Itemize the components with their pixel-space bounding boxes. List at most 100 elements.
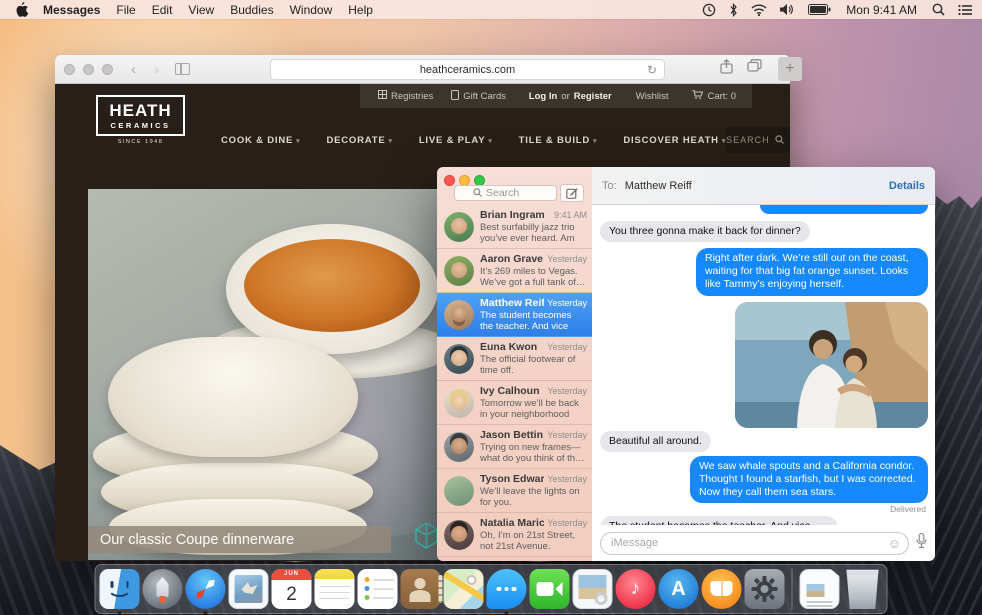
running-indicator	[118, 611, 122, 615]
message-input-field[interactable]: ☺	[600, 532, 909, 555]
nav-decorate[interactable]: DECORATE▾	[326, 135, 392, 146]
conversation-row[interactable]: Euna KwonYesterday The official footwear…	[437, 337, 592, 381]
dock-calendar[interactable]: JUN2	[272, 569, 312, 609]
conversation-row[interactable]: Ivy CalhounYesterday Tomorrow we’ll be b…	[437, 381, 592, 425]
gift-cards-link[interactable]: Gift Cards	[451, 90, 506, 103]
time-machine-icon[interactable]	[702, 3, 716, 17]
chat-scroll-area[interactable]: You three gonna make it back for dinner?…	[592, 205, 935, 525]
search-input[interactable]	[486, 187, 538, 199]
dock-messages[interactable]	[487, 569, 527, 609]
conversation-search-field[interactable]	[454, 185, 557, 201]
message-input-bar: ☺	[592, 525, 935, 561]
dock-photos[interactable]	[573, 569, 613, 609]
dock-trash[interactable]	[843, 569, 883, 609]
registries-icon	[378, 90, 387, 102]
menu-window[interactable]: Window	[290, 3, 333, 17]
log-in-link[interactable]: Log In	[529, 91, 558, 102]
reload-icon[interactable]: ↻	[647, 63, 657, 77]
cube-icon[interactable]	[415, 522, 438, 554]
safari-zoom-button[interactable]	[102, 64, 113, 75]
dock-finder[interactable]	[100, 569, 140, 609]
sidebar-button[interactable]	[175, 63, 190, 75]
dock-itunes[interactable]: ♪	[616, 569, 656, 609]
dock-launchpad[interactable]	[143, 569, 183, 609]
cart-link[interactable]: Cart: 0	[692, 90, 736, 102]
wifi-icon[interactable]	[751, 4, 767, 16]
chat-pane: To: Matthew Reiff Details You three gonn…	[592, 167, 935, 561]
compose-button[interactable]	[560, 184, 584, 202]
tab-overview-icon[interactable]	[747, 59, 762, 79]
hero-caption: Our classic Coupe dinnerware	[88, 526, 391, 553]
dock-document[interactable]	[800, 569, 840, 609]
safari-close-button[interactable]	[64, 64, 75, 75]
dock-ibooks[interactable]	[702, 569, 742, 609]
avatar	[444, 432, 474, 462]
conversation-row[interactable]: Aaron Grave…Yesterday It’s 269 miles to …	[437, 249, 592, 293]
or-text: or	[561, 91, 569, 102]
menu-clock[interactable]: Mon 9:41 AM	[846, 3, 917, 17]
bluetooth-icon[interactable]	[729, 3, 738, 17]
share-icon[interactable]	[720, 59, 733, 79]
conversation-row-selected[interactable]: Matthew ReiffYesterday The student becom…	[437, 293, 592, 337]
search-icon	[775, 135, 784, 146]
cart-icon	[692, 90, 703, 102]
nav-live-and-play[interactable]: LIVE & PLAY▾	[419, 135, 493, 146]
address-bar[interactable]: heathceramics.com ↻	[270, 59, 665, 80]
wishlist-link[interactable]: Wishlist	[636, 91, 669, 102]
menu-help[interactable]: Help	[348, 3, 373, 17]
menu-app-name[interactable]: Messages	[43, 3, 100, 17]
delivered-status: Delivered	[600, 504, 926, 514]
messages-close-button[interactable]	[444, 175, 455, 186]
menu-buddies[interactable]: Buddies	[230, 3, 273, 17]
message-input[interactable]	[611, 537, 841, 549]
site-search-box[interactable]: SEARCH	[726, 127, 790, 153]
dock-reminders[interactable]	[358, 569, 398, 609]
spotlight-icon[interactable]	[932, 3, 945, 16]
received-bubble: You three gonna make it back for dinner?	[600, 221, 810, 242]
notification-center-icon[interactable]	[958, 4, 972, 16]
heath-logo[interactable]: HEATH CERAMICS SINCE 1948	[96, 95, 185, 145]
conversation-row[interactable]: Brian Ingram9:41 AM Best surfabilly jazz…	[437, 205, 592, 249]
safari-toolbar: ‹ › heathceramics.com ↻ +	[55, 55, 790, 84]
dock-safari[interactable]	[186, 569, 226, 609]
register-link[interactable]: Register	[574, 91, 612, 102]
registries-link[interactable]: Registries	[378, 90, 433, 102]
address-url: heathceramics.com	[420, 64, 515, 76]
dock-maps[interactable]	[444, 569, 484, 609]
dock-facetime[interactable]	[530, 569, 570, 609]
dock-mail[interactable]	[229, 569, 269, 609]
microphone-icon[interactable]	[916, 533, 927, 554]
menu-view[interactable]: View	[188, 3, 214, 17]
details-button[interactable]: Details	[889, 180, 925, 192]
menu-edit[interactable]: Edit	[152, 3, 173, 17]
conversation-row[interactable]: Natalia MaricYesterday Oh, I’m on 21st S…	[437, 513, 592, 557]
conversation-row[interactable]: Jason Bettin…Yesterday Trying on new fra…	[437, 425, 592, 469]
battery-icon[interactable]	[808, 4, 831, 15]
avatar	[444, 388, 474, 418]
chevron-down-icon: ▾	[488, 138, 492, 145]
volume-icon[interactable]	[780, 3, 795, 16]
dock-contacts[interactable]	[401, 569, 441, 609]
site-nav: COOK & DINE▾ DECORATE▾ LIVE & PLAY▾ TILE…	[195, 120, 752, 160]
dock-app-store[interactable]: A	[659, 569, 699, 609]
sent-bubble: Right after dark. We’re still out on the…	[696, 248, 928, 295]
new-tab-button[interactable]: +	[778, 57, 802, 81]
nav-discover-heath[interactable]: DISCOVER HEATH▾	[623, 135, 726, 146]
back-button[interactable]: ‹	[131, 62, 136, 77]
conversation-row[interactable]: Tyson Edwar…Yesterday We’ll leave the li…	[437, 469, 592, 513]
photo-message[interactable]	[735, 302, 928, 428]
running-indicator	[505, 611, 509, 615]
forward-button[interactable]: ›	[154, 62, 159, 77]
menu-bar: Messages File Edit View Buddies Window H…	[0, 0, 982, 19]
chevron-down-icon: ▾	[388, 138, 392, 145]
emoji-icon[interactable]: ☺	[888, 537, 901, 550]
menu-file[interactable]: File	[116, 3, 135, 17]
dock-notes[interactable]	[315, 569, 355, 609]
nav-cook-and-dine[interactable]: COOK & DINE▾	[221, 135, 300, 146]
nav-tile-and-build[interactable]: TILE & BUILD▾	[519, 135, 598, 146]
avatar	[444, 300, 474, 330]
dock-system-preferences[interactable]	[745, 569, 785, 609]
apple-menu-icon[interactable]	[16, 2, 29, 17]
chevron-down-icon: ▾	[593, 138, 597, 145]
safari-minimize-button[interactable]	[83, 64, 94, 75]
